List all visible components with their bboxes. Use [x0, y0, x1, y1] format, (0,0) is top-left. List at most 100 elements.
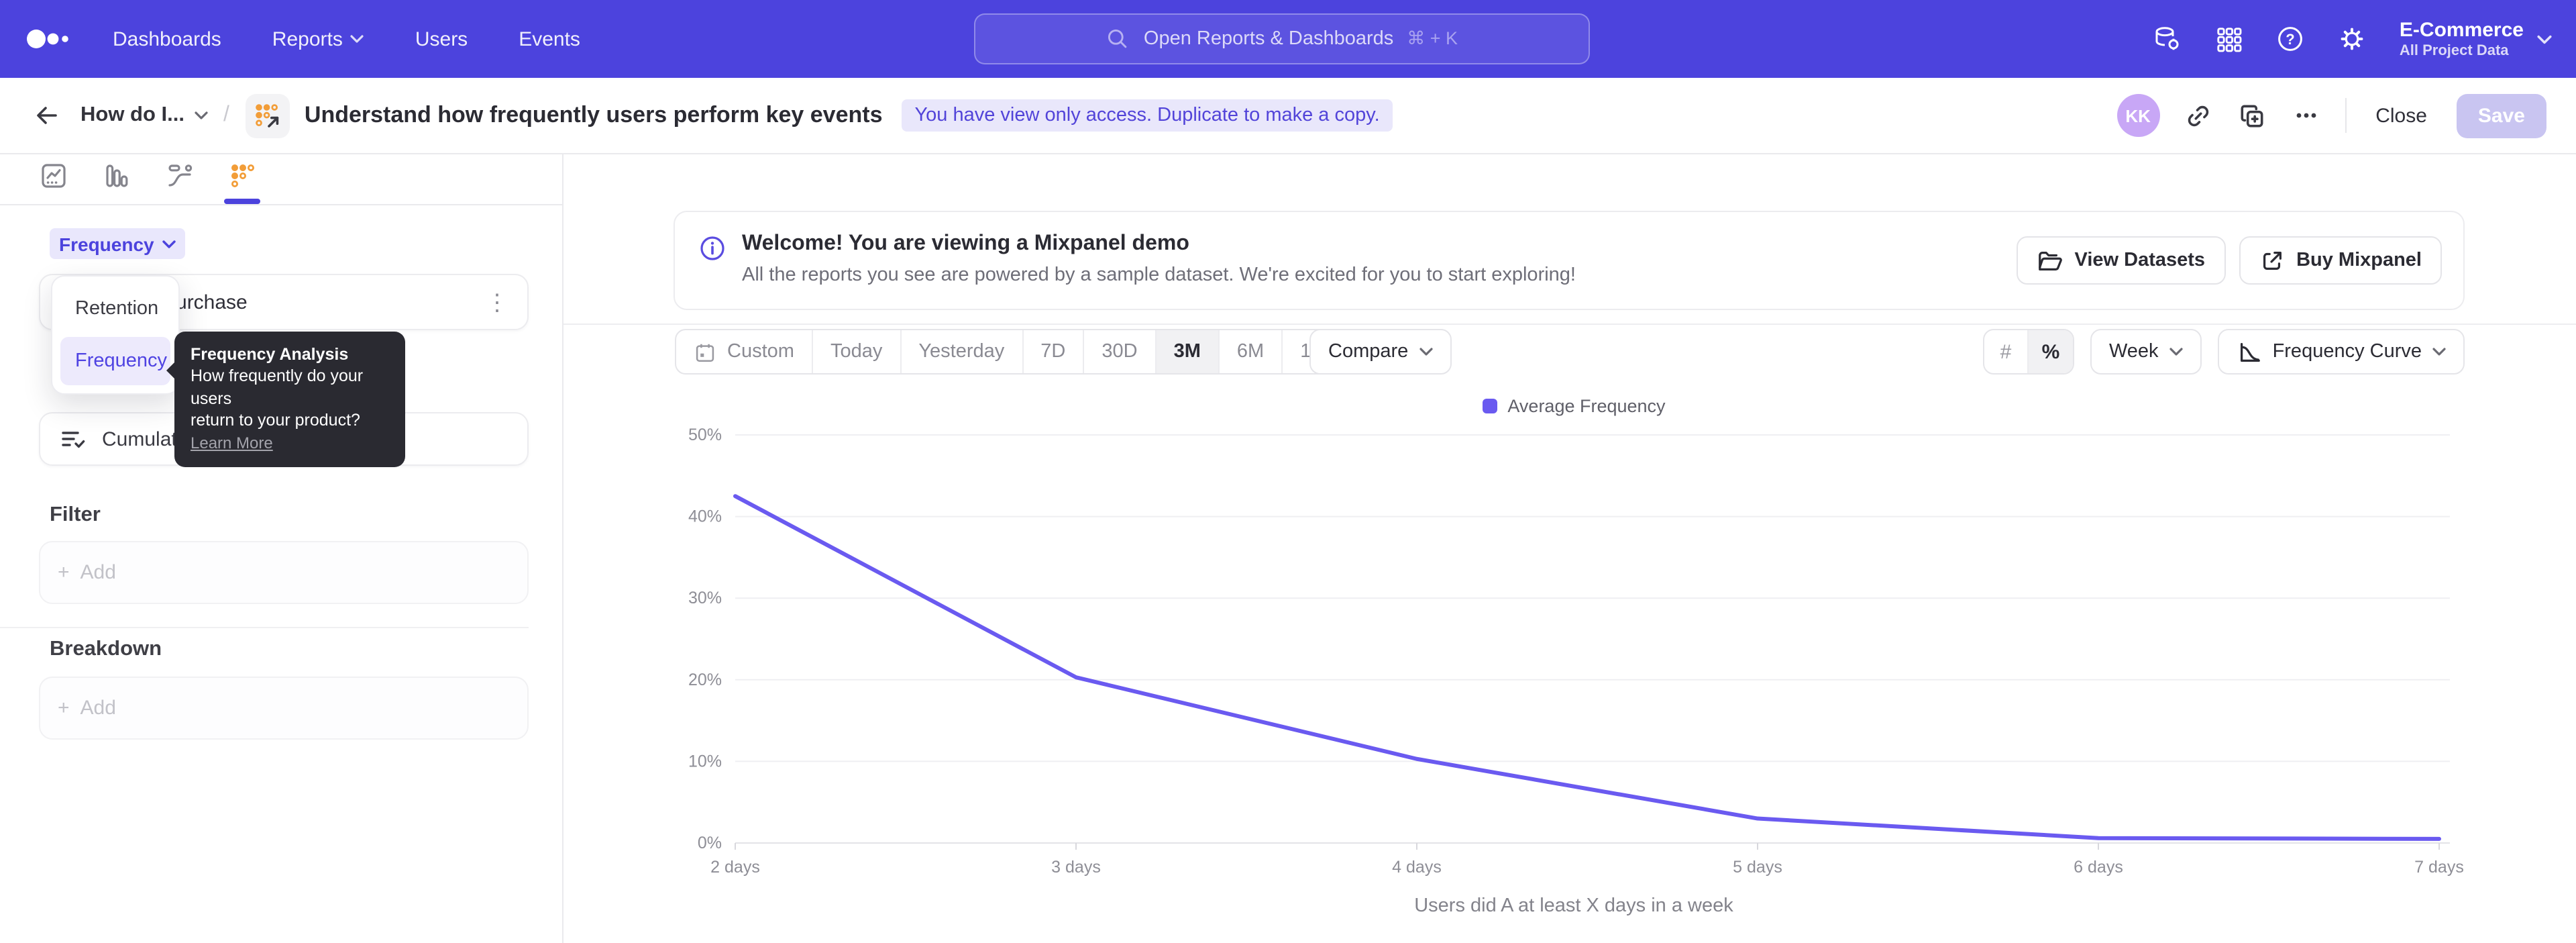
nav-link-reports[interactable]: Reports — [272, 28, 364, 50]
avatar[interactable]: KK — [2116, 94, 2159, 137]
tab-insights[interactable] — [36, 158, 71, 193]
chart-type-dropdown[interactable]: Frequency Curve — [2218, 329, 2465, 375]
duplicate-icon[interactable] — [2237, 101, 2267, 130]
data-management-icon[interactable] — [2153, 24, 2182, 54]
apps-grid-icon[interactable] — [2214, 24, 2244, 54]
svg-text:7 days: 7 days — [2414, 858, 2464, 877]
project-switcher[interactable]: E-Commerce All Project Data — [2400, 19, 2552, 59]
header-actions: KK — [2116, 93, 2546, 138]
chart-controls: #% Week Frequency Curve — [1983, 329, 2465, 375]
top-nav: Dashboards Reports Users Events Open Report… — [0, 0, 2576, 78]
date-range-6m[interactable]: 6M — [1220, 330, 1283, 373]
compare-button[interactable]: Compare — [1309, 329, 1451, 375]
svg-text:20%: 20% — [688, 671, 722, 689]
date-range-7d[interactable]: 7D — [1023, 330, 1084, 373]
kebab-menu-icon[interactable]: ⋮ — [486, 291, 508, 313]
view-datasets-button[interactable]: View Datasets — [2017, 236, 2226, 285]
info-icon — [699, 235, 726, 262]
nav-link-label: Reports — [272, 28, 343, 50]
svg-text:0%: 0% — [698, 834, 722, 852]
date-range-label: 3M — [1174, 341, 1201, 362]
frequency-tooltip: Frequency Analysis How frequently do you… — [174, 332, 405, 467]
more-options-icon[interactable] — [2291, 101, 2320, 130]
chevron-down-icon — [2169, 348, 2183, 356]
retention-report-icon — [246, 93, 290, 138]
report-header: How do I... / Understand how frequently … — [0, 78, 2576, 154]
nav-link-label: Users — [415, 28, 468, 50]
nav-link-events[interactable]: Events — [519, 28, 580, 50]
value-format-toggle: #% — [1983, 329, 2074, 375]
add-icon: + — [58, 561, 70, 584]
svg-text:4 days: 4 days — [1392, 858, 1442, 877]
granularity-dropdown[interactable]: Week — [2090, 329, 2202, 375]
help-icon[interactable]: ? — [2276, 24, 2306, 54]
date-range-custom[interactable]: Custom — [676, 330, 813, 373]
project-name: E-Commerce — [2400, 19, 2524, 43]
sidebar: Frequency Purchase ⋮ RetentionFrequency … — [0, 154, 564, 943]
chevron-down-icon — [1419, 348, 1432, 356]
nav-right: ? E-Commerce All Project Data — [2153, 0, 2552, 78]
measurement-selector[interactable]: Frequency — [50, 228, 185, 259]
breakdown-add-button[interactable]: + Add — [39, 677, 529, 740]
copy-link-icon[interactable] — [2184, 101, 2213, 130]
tab-flows[interactable] — [162, 158, 197, 193]
dropdown-option-retention[interactable]: Retention — [60, 285, 170, 333]
date-range-30d[interactable]: 30D — [1084, 330, 1156, 373]
buy-mixpanel-label: Buy Mixpanel — [2296, 250, 2422, 271]
learn-more-link[interactable]: Learn More — [191, 434, 273, 452]
date-range-yesterday[interactable]: Yesterday — [901, 330, 1023, 373]
nav-link-users[interactable]: Users — [415, 28, 468, 50]
logo-dots — [27, 27, 75, 51]
breadcrumb-separator: / — [223, 103, 229, 128]
frequency-line-chart: 0%10%20%30%40%50%2 days3 days4 days5 day… — [682, 424, 2466, 887]
back-button[interactable] — [30, 98, 64, 133]
folder-icon — [2037, 248, 2063, 273]
external-link-icon — [2259, 248, 2284, 273]
percent-values-toggle[interactable]: % — [2029, 330, 2073, 373]
date-range-label: Today — [830, 341, 882, 362]
svg-text:?: ? — [2286, 31, 2295, 48]
tab-funnels[interactable] — [99, 158, 134, 193]
date-range-today[interactable]: Today — [813, 330, 901, 373]
legend-swatch — [1482, 399, 1497, 413]
measurement-dropdown: RetentionFrequency — [51, 275, 180, 395]
main-content: Welcome! You are viewing a Mixpanel demo… — [564, 154, 2576, 943]
calendar-icon — [694, 340, 716, 363]
svg-text:6 days: 6 days — [2074, 858, 2123, 877]
granularity-label: Week — [2109, 341, 2159, 362]
svg-text:30%: 30% — [688, 589, 722, 607]
compare-label: Compare — [1328, 341, 1408, 362]
search-icon — [1106, 27, 1130, 51]
dropdown-option-frequency[interactable]: Frequency — [60, 337, 170, 385]
active-tab-indicator — [224, 199, 260, 204]
absolute-values-toggle[interactable]: # — [1984, 330, 2029, 373]
svg-text:3 days: 3 days — [1051, 858, 1101, 877]
divider — [564, 324, 2576, 325]
chart-caption: Users did A at least X days in a week — [682, 895, 2466, 917]
tooltip-body2: return to your product? — [191, 409, 389, 432]
date-range-label: Custom — [727, 341, 794, 362]
search-input[interactable]: Open Reports & Dashboards ⌘ + K — [974, 13, 1590, 64]
view-only-notice[interactable]: You have view only access. Duplicate to … — [902, 99, 1393, 132]
tab-retention[interactable] — [225, 158, 260, 193]
measurement-label: Frequency — [59, 233, 154, 254]
nav-link-dashboards[interactable]: Dashboards — [113, 28, 221, 50]
welcome-banner: Welcome! You are viewing a Mixpanel demo… — [674, 211, 2465, 310]
banner-subtitle: All the reports you see are powered by a… — [742, 264, 1576, 286]
add-icon: + — [58, 697, 70, 719]
banner-title: Welcome! You are viewing a Mixpanel demo — [742, 231, 1576, 256]
date-range-label: Yesterday — [918, 341, 1004, 362]
breadcrumb[interactable]: How do I... — [80, 103, 207, 128]
nav-link-label: Dashboards — [113, 28, 221, 50]
close-button[interactable]: Close — [2370, 96, 2432, 135]
settings-gear-icon[interactable] — [2338, 24, 2367, 54]
buy-mixpanel-button[interactable]: Buy Mixpanel — [2239, 236, 2442, 285]
filter-heading: Filter — [50, 503, 101, 528]
chevron-down-icon — [2537, 34, 2552, 44]
date-range-3m[interactable]: 3M — [1157, 330, 1220, 373]
date-range-control: CustomTodayYesterday7D30D3M6M12M — [675, 329, 1357, 375]
save-button[interactable]: Save — [2457, 93, 2546, 138]
filter-add-button[interactable]: + Add — [39, 541, 529, 604]
breakdown-heading: Breakdown — [50, 638, 162, 662]
mixpanel-logo-icon[interactable] — [27, 27, 75, 51]
